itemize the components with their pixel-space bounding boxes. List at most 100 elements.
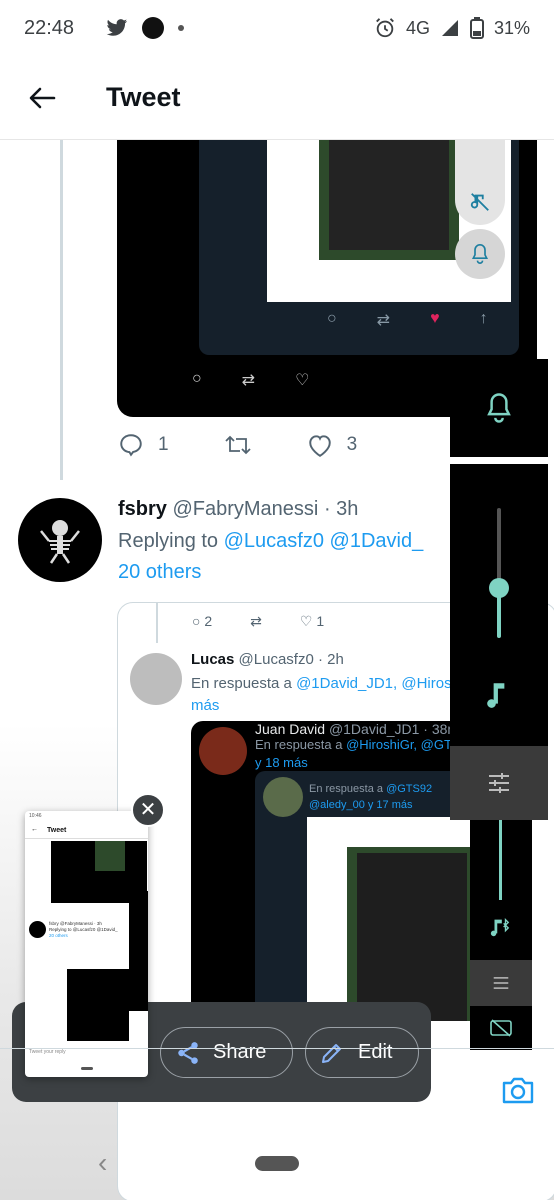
camera-button[interactable] [496, 1068, 540, 1112]
volume-panel [450, 464, 548, 820]
share-button[interactable]: Share [160, 1027, 293, 1078]
thumb-tweet-text: fsbry @FabryManessi · 3h Replying to @Lu… [49, 921, 118, 938]
nav-home-pill[interactable] [255, 1156, 299, 1171]
media-nested-actions: ○ ⇄ ♥ ↑ [327, 310, 488, 330]
thumb-home-pill [81, 1067, 93, 1070]
quote-reply: ○ 2 [192, 613, 213, 629]
like-count: 3 [346, 434, 358, 455]
media-outer-actions: ○ ⇄ ♡ [192, 370, 309, 390]
nested-inner-phone [347, 847, 477, 1021]
quote-time: · 2h [317, 651, 344, 668]
tweet-author-name[interactable]: fsbry [118, 498, 167, 520]
thumb-avatar [29, 921, 46, 938]
media-like-icon: ♥ [430, 310, 440, 327]
media-nested-screen [329, 140, 449, 250]
close-icon: ✕ [139, 799, 157, 821]
bluetooth-music-icon [490, 918, 510, 937]
volume-slider-thumb[interactable] [489, 578, 509, 598]
status-time: 22:48 [24, 16, 75, 39]
quote-author-name: Lucas [191, 651, 235, 668]
signal-icon [441, 20, 458, 36]
nested-inner-more: @aledy_00 y 17 más [309, 799, 413, 811]
nested-inner-white [307, 817, 491, 1021]
quote-retweet-icon: ⇄ [250, 613, 262, 629]
edit-label: Edit [358, 1041, 393, 1063]
reply-icon [120, 434, 142, 457]
system-nav-bar: ‹ [0, 1125, 554, 1200]
battery-level: 31% [493, 17, 530, 38]
skeleton-avatar-icon [40, 520, 80, 564]
twitter-icon [106, 19, 128, 36]
sliders-icon [493, 977, 509, 989]
more-notifications-icon [178, 25, 185, 31]
volume-mini-slider[interactable] [455, 140, 505, 225]
battery-icon [469, 17, 484, 39]
retweet-button[interactable] [224, 433, 252, 457]
ringer-button[interactable] [455, 229, 505, 279]
app-header: Tweet [0, 56, 554, 140]
thread-connector [60, 140, 63, 480]
reply-compose-divider [0, 1048, 554, 1049]
back-arrow-icon[interactable] [28, 86, 56, 110]
thumb-media-green [95, 841, 125, 871]
network-type: 4G [405, 17, 430, 38]
reply-button[interactable]: 1 [118, 432, 169, 458]
quote-thread-line [156, 603, 158, 643]
quote-reply-users: @1David_JD1, @HiroshiG [296, 675, 475, 692]
volume-ghost-track [499, 820, 502, 900]
reply-user-link[interactable]: @1David_ [330, 530, 424, 552]
quote-more: más [191, 697, 220, 714]
screenshot-thumbnail[interactable]: 10:46 ← Tweet fsbry @FabryManessi · 3h R… [25, 811, 148, 1077]
volume-ghost-settings [470, 960, 532, 1006]
volume-track[interactable] [497, 508, 501, 588]
nested-replying-to: En respuesta a @HiroshiGr, @GTS [255, 737, 461, 752]
quote-replying-to: En respuesta a @1David_JD1, @HiroshiG [191, 675, 475, 692]
notification-dot-icon [142, 17, 165, 39]
ringer-mode-button[interactable] [450, 359, 548, 457]
nested-dark-tweet: Juan David @1David_JD1 · 38min En respue… [191, 721, 491, 1021]
media-retweet-icon: ⇄ [376, 312, 391, 329]
nested-inner-reply: En respuesta a @GTS92 [309, 783, 433, 795]
share-icon [178, 1041, 198, 1064]
thumb-title: Tweet [47, 827, 67, 834]
like-button[interactable]: 3 [307, 433, 358, 457]
pencil-icon [322, 1043, 341, 1063]
camera-icon [502, 1077, 534, 1104]
retweet-icon [224, 435, 251, 455]
media-outer-retweet-icon: ⇄ [241, 372, 256, 389]
media-outer-like-icon: ♡ [295, 372, 310, 389]
avatar[interactable] [18, 498, 102, 582]
dismiss-screenshot-button[interactable]: ✕ [131, 793, 165, 827]
volume-settings-button[interactable] [450, 746, 548, 820]
quote-avatar [130, 653, 182, 705]
heart-icon [308, 435, 331, 457]
nav-back-icon[interactable]: ‹ [98, 1147, 107, 1179]
nested-header: Juan David @1David_JD1 · 38min [255, 721, 470, 737]
page-title: Tweet [106, 82, 181, 112]
reply-user-link[interactable]: @Lucasfz0 [224, 530, 324, 552]
share-label: Share [213, 1041, 267, 1063]
reply-count: 1 [158, 434, 169, 455]
edit-button[interactable]: Edit [305, 1027, 419, 1078]
bell-icon [471, 243, 489, 264]
tweet-author-handle[interactable]: @FabryManessi [172, 498, 318, 520]
media-outer-reply-icon: ○ [192, 370, 202, 387]
reply-others-link[interactable]: 20 others [118, 561, 201, 584]
thumb-quote-media [67, 969, 129, 1041]
nested-avatar [199, 727, 247, 775]
replying-prefix: Replying to [118, 530, 224, 552]
alarm-icon [376, 18, 394, 38]
quote-header: Lucas @Lucasfz0 · 2h [191, 651, 344, 668]
media-nested-green [319, 140, 459, 260]
nested-inner-avatar [263, 777, 303, 817]
sliders-icon [489, 773, 509, 793]
quote-author-handle: @Lucasfz0 [238, 651, 314, 668]
replying-to: Replying to @Lucasfz0 @1David_ [118, 530, 423, 553]
tweet-actions: 1 3 [118, 432, 357, 458]
nested-inner-phone-screen [357, 853, 467, 1021]
quote-like: ♡ 1 [299, 613, 325, 629]
media-share-icon: ↑ [479, 310, 488, 327]
music-note-icon [487, 683, 505, 708]
thumb-volume-panel [129, 891, 148, 1011]
mute-icon [470, 193, 489, 211]
